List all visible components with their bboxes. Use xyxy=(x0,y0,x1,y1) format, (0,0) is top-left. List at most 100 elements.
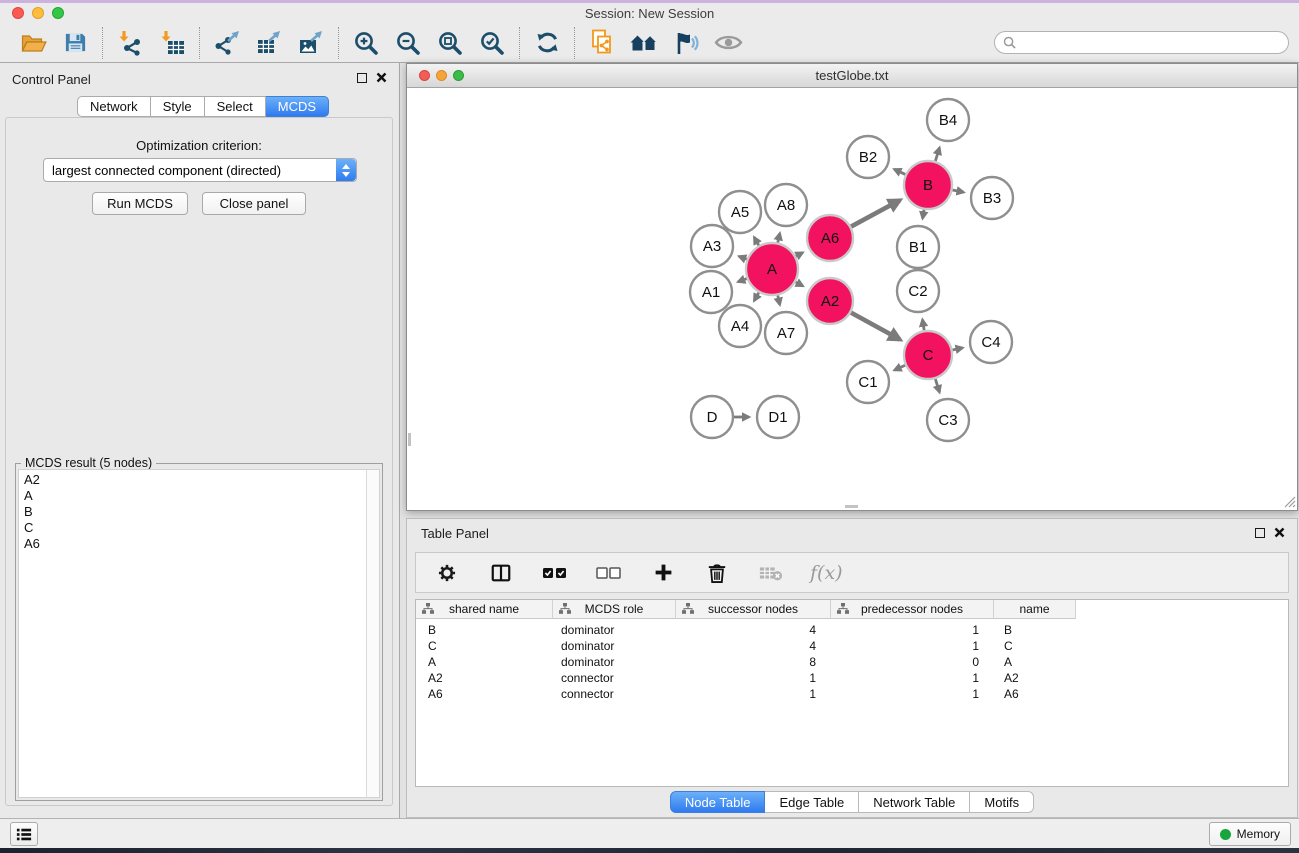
column-type-icon xyxy=(422,603,434,615)
export-network-button[interactable] xyxy=(212,28,242,58)
export-table-button[interactable] xyxy=(254,28,284,58)
node-table-body: Bdominator41BCdominator41CAdominator80AA… xyxy=(416,619,1288,702)
node-label-C1: C1 xyxy=(858,374,877,391)
node-label-B: B xyxy=(923,177,933,194)
table-row[interactable]: A2connector11A2 xyxy=(416,670,1288,686)
tab-network-table[interactable]: Network Table xyxy=(859,791,970,813)
network-zoom-button[interactable] xyxy=(453,70,464,81)
add-column-button[interactable] xyxy=(648,558,678,588)
save-session-button[interactable] xyxy=(60,28,90,58)
resize-grip-icon[interactable] xyxy=(1283,495,1296,508)
float-table-panel-icon[interactable] xyxy=(1255,528,1265,538)
edge-A-A6[interactable] xyxy=(796,253,803,257)
hide-graphics-details-button[interactable] xyxy=(671,28,701,58)
zoom-out-icon xyxy=(395,30,421,56)
zoom-out-button[interactable] xyxy=(393,28,423,58)
run-mcds-button[interactable]: Run MCDS xyxy=(92,192,188,215)
network-close-button[interactable] xyxy=(419,70,430,81)
home-button[interactable] xyxy=(629,28,659,58)
edge-C-C2[interactable] xyxy=(922,320,924,331)
close-panel-button[interactable]: Close panel xyxy=(202,192,306,215)
select-all-button[interactable] xyxy=(540,558,570,588)
zoom-fit-button[interactable] xyxy=(435,28,465,58)
column-header-name[interactable]: name xyxy=(994,600,1076,619)
eye-icon xyxy=(714,33,743,52)
tab-mcds[interactable]: MCDS xyxy=(266,96,329,117)
import-table-button[interactable] xyxy=(157,28,187,58)
node-label-A8: A8 xyxy=(777,197,795,214)
node-table-header: shared nameMCDS rolesuccessor nodesprede… xyxy=(416,600,1288,619)
criterion-dropdown[interactable]: largest connected component (directed) xyxy=(43,158,357,182)
result-list-item[interactable]: A6 xyxy=(19,536,379,552)
table-cell: dominator xyxy=(553,639,676,653)
edge-B-B3[interactable] xyxy=(952,190,963,192)
table-row[interactable]: Adominator80A xyxy=(416,654,1288,670)
show-panels-list-button[interactable] xyxy=(10,822,38,846)
result-list-item[interactable]: A xyxy=(19,488,379,504)
edge-B-B2[interactable] xyxy=(894,169,905,174)
refresh-layout-button[interactable] xyxy=(532,28,562,58)
import-network-button[interactable] xyxy=(115,28,145,58)
edge-A-A5[interactable] xyxy=(754,237,759,245)
export-image-button[interactable] xyxy=(296,28,326,58)
tab-network[interactable]: Network xyxy=(77,96,151,117)
tab-motifs[interactable]: Motifs xyxy=(970,791,1034,813)
column-header-MCDS-role[interactable]: MCDS role xyxy=(553,600,676,619)
memory-button[interactable]: Memory xyxy=(1209,822,1291,846)
delete-table-button[interactable] xyxy=(756,558,786,588)
tab-node-table[interactable]: Node Table xyxy=(670,791,766,813)
table-cell: 1 xyxy=(831,639,994,653)
edge-C-C1[interactable] xyxy=(894,365,905,370)
edge-A-A8[interactable] xyxy=(778,233,780,242)
delete-column-button[interactable] xyxy=(702,558,732,588)
result-list-scrollbar[interactable] xyxy=(366,470,379,797)
table-panel-title: Table Panel xyxy=(421,526,489,541)
tab-edge-table[interactable]: Edge Table xyxy=(765,791,859,813)
float-panel-icon[interactable] xyxy=(357,73,367,83)
close-panel-icon[interactable] xyxy=(376,72,387,83)
tab-style[interactable]: Style xyxy=(151,96,205,117)
table-row[interactable]: Bdominator41B xyxy=(416,622,1288,638)
table-row[interactable]: Cdominator41C xyxy=(416,638,1288,654)
table-toolbar: f(x) xyxy=(415,552,1289,593)
network-canvas[interactable]: B4B2BB3A8A5A6A3B1AC2A1A2A4A7C4CC1DD1C3 xyxy=(407,88,1297,509)
open-session-button[interactable] xyxy=(18,28,48,58)
table-row[interactable]: A6connector11A6 xyxy=(416,686,1288,702)
new-network-from-selection-button[interactable] xyxy=(587,28,617,58)
delete-table-icon xyxy=(759,564,783,582)
column-header-predecessor-nodes[interactable]: predecessor nodes xyxy=(831,600,994,619)
show-eye-button[interactable] xyxy=(713,28,743,58)
show-columns-button[interactable] xyxy=(486,558,516,588)
result-list-item[interactable]: C xyxy=(19,520,379,536)
tab-select[interactable]: Select xyxy=(205,96,266,117)
column-header-shared-name[interactable]: shared name xyxy=(416,600,553,619)
edge-A-A3[interactable] xyxy=(739,256,747,259)
zoom-in-button[interactable] xyxy=(351,28,381,58)
result-list-item[interactable]: B xyxy=(19,504,379,520)
save-floppy-icon xyxy=(63,30,88,55)
result-list-item[interactable]: A2 xyxy=(19,472,379,488)
table-settings-button[interactable] xyxy=(432,558,462,588)
mcds-result-list: A2ABCA6 xyxy=(19,470,379,552)
edge-A-A7[interactable] xyxy=(778,295,780,304)
edge-A2-C[interactable] xyxy=(851,313,900,340)
edge-B-B4[interactable] xyxy=(935,148,939,161)
edge-C-C3[interactable] xyxy=(935,379,939,392)
network-minimize-button[interactable] xyxy=(436,70,447,81)
column-header-successor-nodes[interactable]: successor nodes xyxy=(676,600,831,619)
memory-status-icon xyxy=(1220,829,1231,840)
select-all-checkboxes-icon xyxy=(542,566,568,580)
zoom-selected-button[interactable] xyxy=(477,28,507,58)
edge-A-A1[interactable] xyxy=(738,279,747,282)
deselect-all-button[interactable] xyxy=(594,558,624,588)
edge-A6-B[interactable] xyxy=(851,200,900,226)
close-table-panel-icon[interactable] xyxy=(1274,527,1285,538)
edge-C-C4[interactable] xyxy=(952,348,962,350)
table-cell: 0 xyxy=(831,655,994,669)
search-input[interactable] xyxy=(1016,35,1280,51)
search-box xyxy=(994,31,1289,54)
function-builder-button[interactable]: f(x) xyxy=(810,558,843,588)
edge-A-A2[interactable] xyxy=(796,282,803,286)
edge-A-A4[interactable] xyxy=(754,293,759,301)
edge-B-B1[interactable] xyxy=(923,210,924,219)
